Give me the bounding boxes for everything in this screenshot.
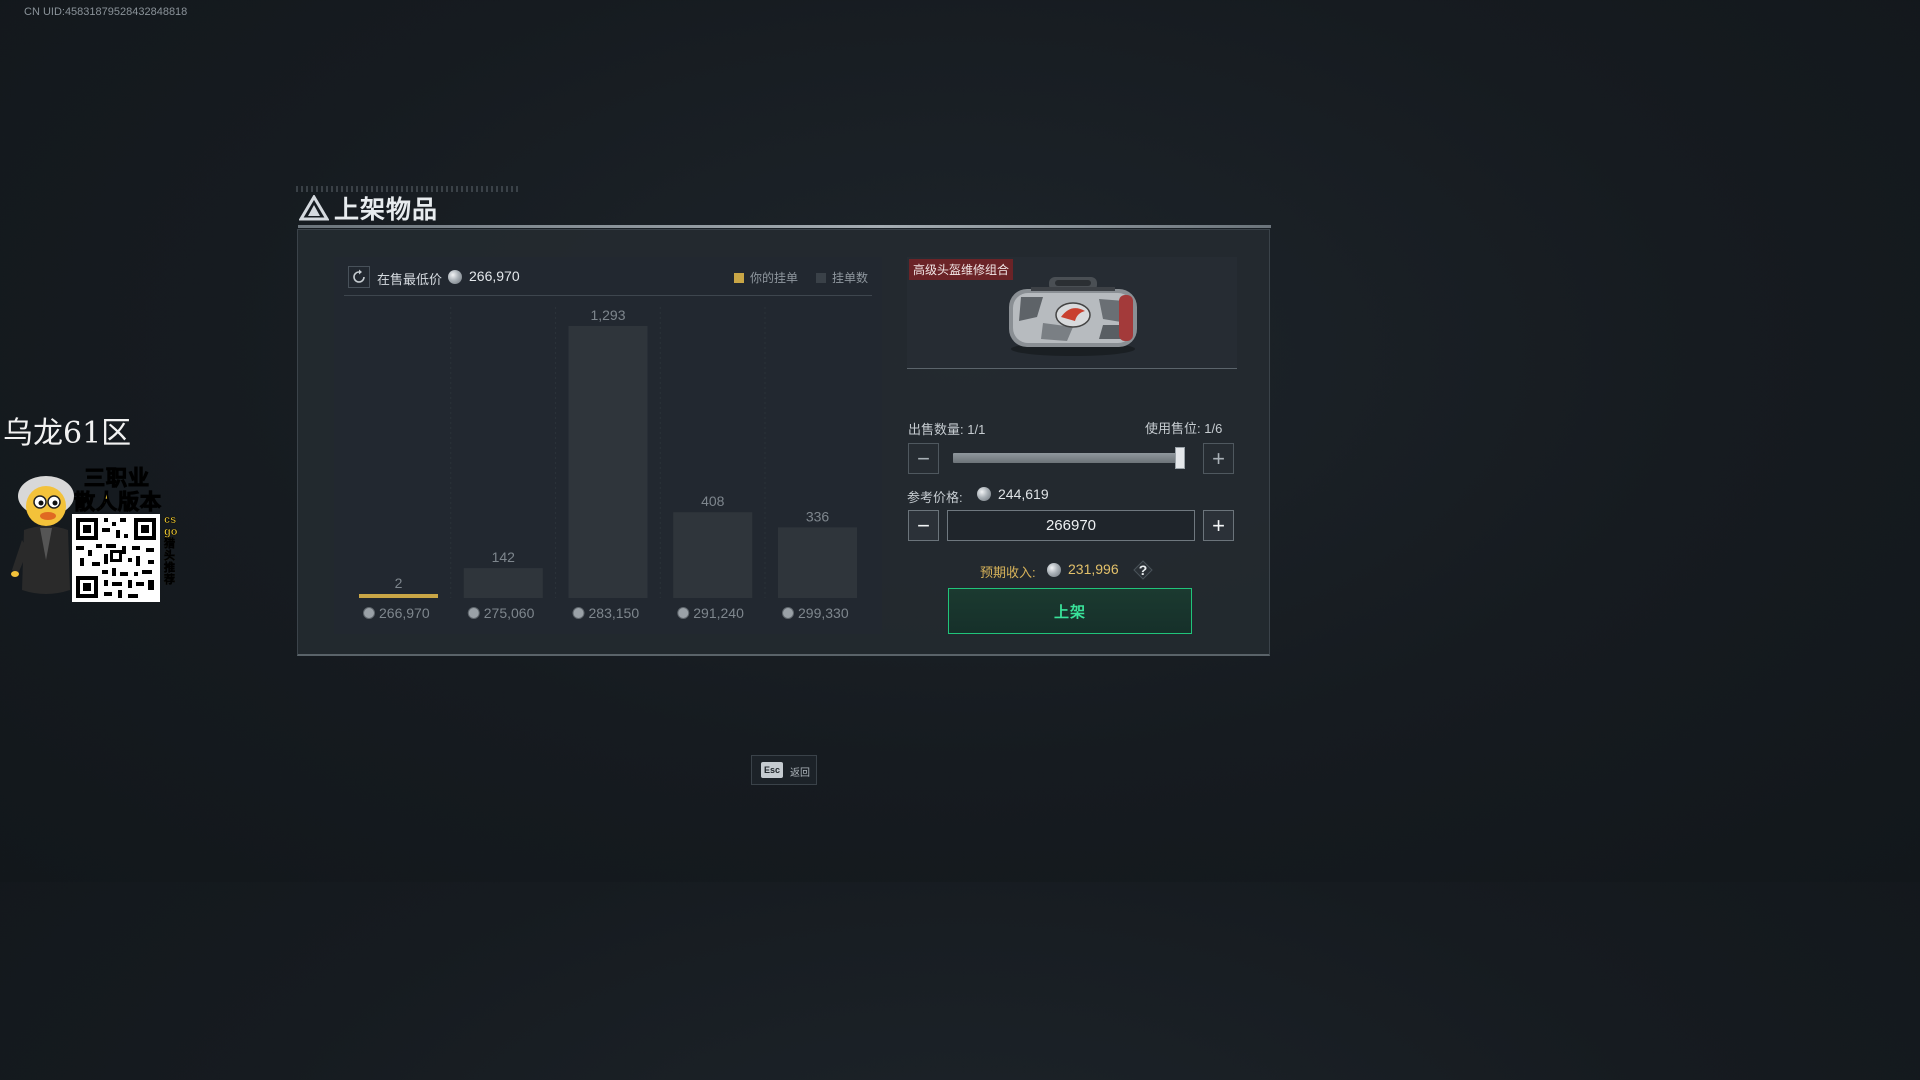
sell-quantity: 出售数量: 1/1 [908, 419, 985, 438]
help-glyph: ? [1138, 562, 1148, 578]
coin-icon [572, 607, 585, 619]
price-minus-button[interactable]: − [908, 510, 939, 541]
coin-icon [1047, 563, 1061, 577]
qr-code [72, 514, 160, 602]
sell-quantity-label: 出售数量: [908, 422, 964, 437]
quantity-slider[interactable] [953, 453, 1185, 463]
slots-used: 使用售位: 1/6 [1145, 418, 1222, 437]
help-icon[interactable]: ? [1133, 560, 1153, 580]
coin-icon [363, 607, 375, 619]
chart-tick-label: 299,330 [798, 605, 849, 621]
promo-badge: 三职业 散人版本 csgo猎头推荐 [10, 462, 182, 608]
reference-price-label: 参考价格: [907, 490, 963, 505]
chart-bar-your-listing [359, 594, 438, 598]
slots-used-label: 使用售位: [1145, 421, 1201, 436]
sell-quantity-value: 1/1 [967, 422, 986, 437]
slots-used-value: 1/6 [1204, 421, 1223, 436]
helmet-repair-kit-image [1009, 277, 1137, 356]
expected-income-label: 预期收入: [980, 565, 1036, 580]
esc-key-icon: Esc [761, 762, 783, 778]
item-preview: 高级头盔维修组合 [907, 257, 1237, 369]
coin-icon [782, 607, 794, 619]
chart-tick-label: 266,970 [379, 605, 430, 621]
chart-value-label: 142 [492, 549, 516, 565]
promo-line2: 散人版本 [74, 491, 162, 515]
chart-value-label: 1,293 [590, 307, 625, 323]
dialog-header: 上架物品 [296, 186, 1271, 230]
chart-bar [463, 568, 543, 598]
chart-value-label: 408 [701, 493, 725, 509]
quantity-minus-button[interactable]: − [908, 443, 939, 474]
dialog-title: 上架物品 [334, 196, 439, 224]
coin-icon [467, 607, 480, 619]
chart-tick-label: 283,150 [589, 605, 640, 621]
chart-value-label: 336 [806, 508, 830, 524]
expected-income-value: 231,996 [1068, 561, 1119, 577]
uid-label: CN UID:4583187952843284881​8 [24, 6, 188, 18]
chart-tick-label: 275,060 [484, 605, 535, 621]
mascot-image [11, 476, 74, 594]
price-plus-button[interactable]: + [1203, 510, 1234, 541]
header-divider [298, 225, 1271, 228]
quantity-plus-button[interactable]: + [1203, 443, 1234, 474]
stream-overlay-title: 乌龙61区 [3, 416, 132, 451]
list-item-button-label: 上架 [1053, 603, 1086, 621]
reference-price-value: 244,619 [998, 486, 1049, 502]
price-distribution-chart: 2 266,970 142 275,060 1,293 283,150 408 291,240… [359, 307, 857, 621]
esc-back-button[interactable]: Esc 返回 [751, 755, 817, 785]
chart-value-label: 2 [395, 575, 403, 591]
price-chart-panel: 在售最低价 266,970 你的挂单 挂单数 2 266,970 142 275,06… [334, 257, 882, 634]
promo-side-text: csgo猎头推荐 [164, 514, 178, 587]
list-item-button[interactable]: 上架 [948, 588, 1192, 634]
chart-bar [673, 512, 753, 598]
esc-back-label: 返回 [790, 768, 810, 779]
triangle-logo-icon [299, 195, 329, 221]
coin-icon [677, 607, 690, 619]
coin-icon [977, 487, 991, 501]
price-input[interactable] [947, 510, 1195, 541]
quantity-slider-thumb[interactable] [1175, 447, 1185, 469]
chart-bar [568, 326, 648, 598]
chart-tick-label: 291,240 [693, 605, 744, 621]
item-name-label: 高级头盔维修组合 [909, 259, 1014, 280]
chart-bar [778, 527, 857, 598]
